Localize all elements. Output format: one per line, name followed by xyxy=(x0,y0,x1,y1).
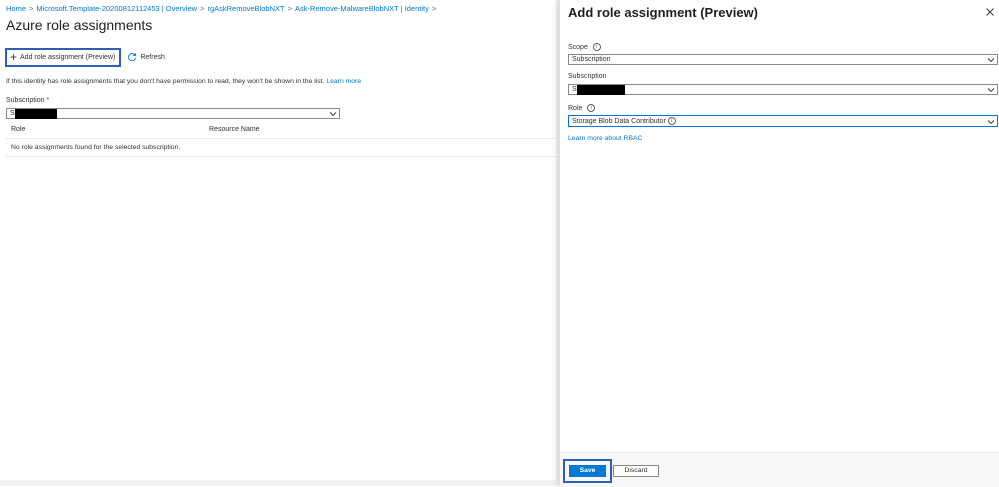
subscription-filter-label: Subscription * xyxy=(6,97,49,104)
scope-dropdown[interactable]: Subscription xyxy=(568,54,998,65)
panel-footer: Save Discard xyxy=(560,452,999,487)
close-icon[interactable] xyxy=(985,7,995,17)
subscription-label-text: Subscription xyxy=(6,97,45,104)
breadcrumb-identity[interactable]: Ask-Remove-MalwareBlobNXT | Identity xyxy=(295,4,429,13)
panel-subscription-label: Subscription xyxy=(568,73,607,80)
learn-more-rbac-link[interactable]: Learn more about RBAC xyxy=(568,135,642,142)
add-role-assignment-label: Add role assignment (Preview) xyxy=(20,53,116,61)
role-label: Role i xyxy=(568,104,596,112)
plus-icon: + xyxy=(10,50,18,64)
role-value-text: Storage Blob Data Contributor xyxy=(572,117,666,125)
redacted-subscription-name xyxy=(577,85,625,95)
save-button-highlight: Save xyxy=(563,459,612,483)
table-empty-row: No role assignments found for the select… xyxy=(6,139,556,157)
add-role-assignment-button[interactable]: + Add role assignment (Preview) xyxy=(5,47,122,67)
role-value: Storage Blob Data Contributor i xyxy=(572,117,676,125)
panel-subscription-dropdown[interactable]: S xyxy=(568,84,998,95)
breadcrumb: Home > Microsoft.Template-20200812112453 |… xyxy=(6,4,439,13)
subscription-dropdown[interactable]: S xyxy=(6,108,340,119)
breadcrumb-separator: > xyxy=(29,4,34,13)
subscription-value: S xyxy=(10,110,15,117)
breadcrumb-separator: > xyxy=(200,4,205,13)
scope-value: Subscription xyxy=(572,56,611,63)
permission-info-text: If this identity has role assignments th… xyxy=(6,78,361,85)
permission-info-message: If this identity has role assignments th… xyxy=(6,78,325,85)
panel-title: Add role assignment (Preview) xyxy=(568,5,758,20)
column-header-role[interactable]: Role xyxy=(11,126,25,133)
column-header-resource-name[interactable]: Resource Name xyxy=(209,126,260,133)
info-icon[interactable]: i xyxy=(587,104,596,112)
breadcrumb-resource-group[interactable]: rgAskRemoveBlobNXT xyxy=(207,4,284,13)
info-icon[interactable]: i xyxy=(592,43,601,51)
refresh-label: Refresh xyxy=(140,53,165,61)
add-role-assignment-panel: Add role assignment (Preview) Scope i Su… xyxy=(559,0,999,487)
chevron-down-icon xyxy=(987,88,995,93)
info-icon[interactable]: i xyxy=(667,117,676,125)
chevron-down-icon xyxy=(329,112,337,117)
scope-label: Scope i xyxy=(568,43,601,51)
refresh-button[interactable]: Refresh xyxy=(127,52,165,62)
scope-label-text: Scope xyxy=(568,43,588,51)
panel-subscription-value: S xyxy=(572,86,577,93)
redacted-subscription-name xyxy=(15,109,57,119)
command-bar: + Add role assignment (Preview) Refresh xyxy=(5,47,165,67)
save-button[interactable]: Save xyxy=(569,465,606,477)
required-mark: * xyxy=(46,97,50,104)
empty-message: No role assignments found for the select… xyxy=(11,144,181,151)
panel-subscription-label-text: Subscription xyxy=(568,73,607,80)
horizontal-scrollbar[interactable] xyxy=(0,480,556,486)
table-header: Role Resource Name xyxy=(6,120,556,139)
role-label-text: Role xyxy=(568,104,583,112)
main-blade: Home > Microsoft.Template-20200812112453 |… xyxy=(0,0,556,486)
breadcrumb-template-overview[interactable]: Microsoft.Template-20200812112453 | Over… xyxy=(36,4,197,13)
chevron-down-icon xyxy=(987,58,995,63)
refresh-icon xyxy=(128,53,137,62)
discard-button[interactable]: Discard xyxy=(613,465,659,477)
page-title: Azure role assignments xyxy=(6,17,153,33)
learn-more-link[interactable]: Learn more xyxy=(326,78,361,85)
breadcrumb-separator: > xyxy=(287,4,292,13)
chevron-down-icon xyxy=(987,120,995,125)
breadcrumb-separator: > xyxy=(431,4,437,13)
role-dropdown[interactable]: Storage Blob Data Contributor i xyxy=(568,115,998,127)
breadcrumb-home[interactable]: Home xyxy=(6,4,26,13)
